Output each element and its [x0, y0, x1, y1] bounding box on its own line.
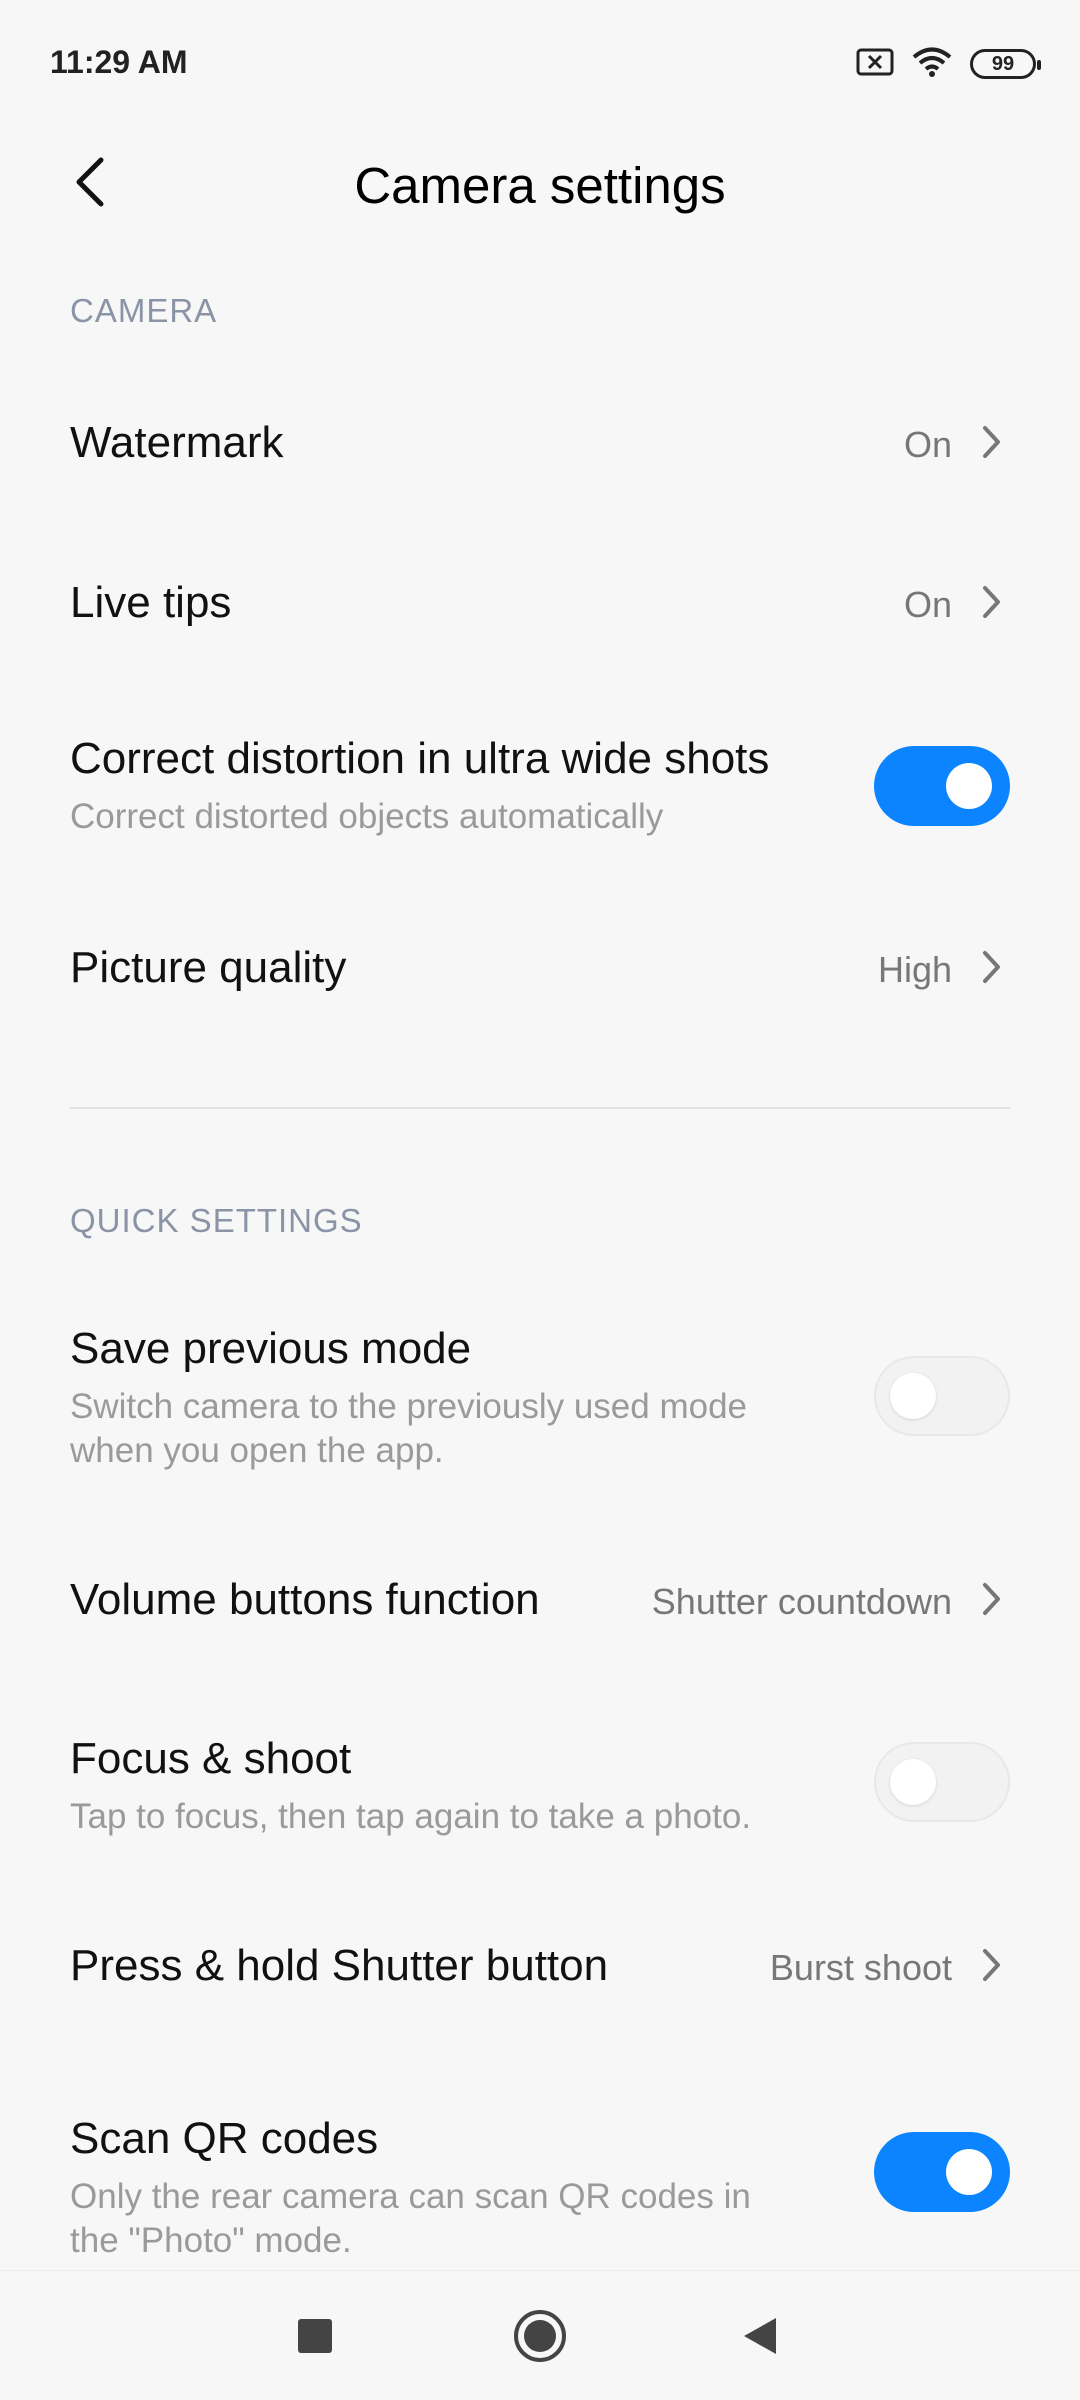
setting-picture-quality[interactable]: Picture quality High: [0, 915, 1080, 1025]
focus-shoot-toggle[interactable]: [874, 1742, 1010, 1822]
setting-value: Burst shoot: [769, 1947, 952, 1988]
setting-subtitle-line2: when you open the app.: [70, 1431, 444, 1470]
section-divider: [70, 1107, 1010, 1109]
setting-focus-shoot[interactable]: Focus & shoot Tap to focus, then tap aga…: [0, 1720, 1080, 1860]
wifi-icon: [912, 46, 952, 83]
setting-title: Watermark: [70, 418, 284, 467]
recents-square-icon[interactable]: [280, 2301, 350, 2371]
chevron-right-icon: [974, 1945, 1010, 1985]
save-previous-mode-toggle[interactable]: [874, 1356, 1010, 1436]
setting-subtitle: Tap to focus, then tap again to take a p…: [70, 1797, 752, 1836]
setting-value: On: [903, 424, 952, 465]
home-circle-icon[interactable]: [505, 2301, 575, 2371]
toggle-knob: [946, 763, 992, 809]
page-title: Camera settings: [354, 157, 726, 214]
setting-title: Live tips: [70, 578, 232, 627]
navigation-bar: [0, 2270, 1080, 2400]
section-header-camera: CAMERA: [70, 292, 218, 329]
toggle-knob: [946, 2149, 992, 2195]
back-triangle-icon[interactable]: [725, 2301, 795, 2371]
status-icons: 99: [856, 44, 1041, 84]
setting-scan-qr-codes[interactable]: Scan QR codes Only the rear camera can s…: [0, 2100, 1080, 2270]
section-header-quick-settings: QUICK SETTINGS: [70, 1202, 363, 1239]
chevron-right-icon: [974, 422, 1010, 462]
battery-icon: 99: [970, 49, 1041, 79]
scan-qr-codes-toggle[interactable]: [874, 2132, 1010, 2212]
setting-press-hold-shutter[interactable]: Press & hold Shutter button Burst shoot: [0, 1913, 1080, 2023]
setting-subtitle-line1: Only the rear camera can scan QR codes i…: [70, 2177, 751, 2216]
camera-settings-screen: 11:29 AM 99 Camera settings CAMERA Water…: [0, 0, 1080, 2400]
setting-subtitle-line2: the "Photo" mode.: [70, 2221, 352, 2260]
sim-error-icon: [856, 47, 894, 82]
setting-title: Press & hold Shutter button: [70, 1941, 609, 1990]
toggle-knob: [890, 1373, 936, 1419]
status-time: 11:29 AM: [50, 44, 188, 80]
chevron-right-icon: [974, 582, 1010, 622]
setting-title: Focus & shoot: [70, 1734, 352, 1783]
chevron-right-icon: [974, 1579, 1010, 1619]
setting-save-previous-mode[interactable]: Save previous mode Switch camera to the …: [0, 1310, 1080, 1490]
setting-correct-distortion[interactable]: Correct distortion in ultra wide shots C…: [0, 720, 1080, 860]
toggle-knob: [890, 1759, 936, 1805]
setting-title: Volume buttons function: [70, 1575, 540, 1624]
setting-value: High: [877, 949, 952, 990]
chevron-right-icon: [974, 947, 1010, 987]
setting-value: Shutter countdown: [651, 1581, 952, 1622]
setting-live-tips[interactable]: Live tips On: [0, 550, 1080, 660]
setting-subtitle: Correct distorted objects automatically: [70, 797, 664, 836]
setting-title: Correct distortion in ultra wide shots: [70, 734, 770, 783]
status-bar: 11:29 AM 99: [0, 0, 1080, 130]
setting-subtitle-line1: Switch camera to the previously used mod…: [70, 1387, 747, 1426]
setting-volume-buttons-function[interactable]: Volume buttons function Shutter countdow…: [0, 1547, 1080, 1657]
correct-distortion-toggle[interactable]: [874, 746, 1010, 826]
header: Camera settings: [0, 130, 1080, 240]
setting-title: Save previous mode: [70, 1324, 472, 1373]
setting-title: Picture quality: [70, 943, 347, 992]
setting-title: Scan QR codes: [70, 2114, 379, 2163]
setting-watermark[interactable]: Watermark On: [0, 390, 1080, 500]
setting-value: On: [903, 584, 952, 625]
